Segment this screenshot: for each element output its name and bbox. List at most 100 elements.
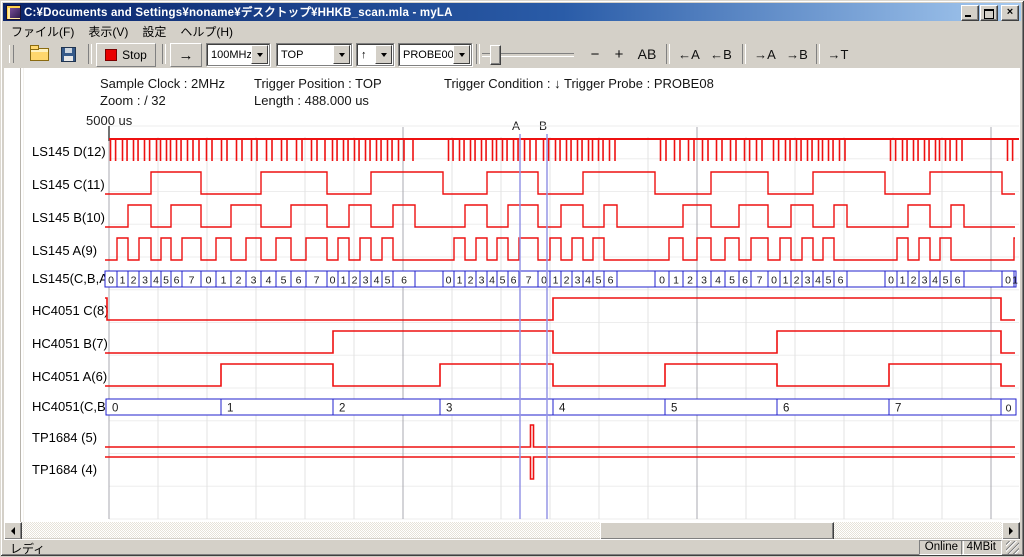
- channel-label: HC4051 B(7): [32, 336, 108, 351]
- channel-label: HC4051 C(8): [32, 303, 109, 318]
- minimize-icon: [965, 15, 971, 17]
- toolbar-separator: [742, 44, 746, 64]
- panel-splitter[interactable]: [20, 68, 24, 522]
- waveform-panel[interactable]: Sample Clock : 2MHz Trigger Position : T…: [4, 68, 1020, 522]
- svg-text:6: 6: [955, 275, 961, 287]
- stop-square-icon: [105, 49, 117, 61]
- svg-text:0: 0: [1006, 403, 1012, 415]
- svg-text:2: 2: [468, 275, 474, 287]
- toolbar-grip: [9, 45, 14, 63]
- svg-text:6: 6: [511, 275, 517, 287]
- channel-label: LS145 D(12): [32, 144, 106, 159]
- minimize-button[interactable]: [961, 5, 979, 21]
- channel-label: HC4051(C,B,A): [32, 399, 122, 414]
- menu-bar: ファイル(F) 表示(V) 設定 ヘルプ(H): [4, 22, 1020, 40]
- horizontal-scrollbar[interactable]: [4, 522, 1020, 538]
- info-zoom: Zoom : / 32: [100, 93, 166, 108]
- dropdown-button[interactable]: [333, 45, 350, 64]
- move-a-button[interactable]: →A: [750, 43, 780, 65]
- channel-label: TP1684 (5): [32, 430, 97, 445]
- svg-text:2: 2: [131, 275, 137, 287]
- channel-label: HC4051 A(6): [32, 369, 107, 384]
- window-title: C:¥Documents and Settings¥noname¥デスクトップ¥…: [24, 4, 453, 20]
- svg-text:5: 5: [671, 403, 677, 415]
- svg-text:1: 1: [900, 275, 906, 287]
- maximize-button[interactable]: [980, 5, 998, 21]
- svg-text:4: 4: [585, 275, 591, 287]
- svg-text:2: 2: [339, 403, 345, 415]
- svg-text:4: 4: [715, 275, 721, 287]
- svg-text:7: 7: [757, 275, 763, 287]
- svg-text:7: 7: [526, 275, 532, 287]
- trigger-edge-value: ↑: [357, 49, 375, 61]
- svg-text:1: 1: [783, 275, 789, 287]
- stop-button[interactable]: Stop: [96, 43, 156, 67]
- svg-text:2: 2: [794, 275, 800, 287]
- menu-view[interactable]: 表示(V): [81, 22, 135, 41]
- svg-text:0: 0: [206, 275, 212, 287]
- toolbar-separator: [476, 44, 480, 64]
- probe-select[interactable]: PROBE00: [398, 43, 472, 66]
- svg-text:2: 2: [564, 275, 570, 287]
- open-folder-icon: [30, 48, 49, 61]
- app-window: C:¥Documents and Settings¥noname¥デスクトップ¥…: [0, 0, 1024, 556]
- zoom-in-button[interactable]: +: [610, 43, 628, 65]
- trigger-pos-select[interactable]: TOP: [276, 43, 352, 66]
- run-button[interactable]: →: [170, 43, 202, 67]
- cursor-b-label[interactable]: B: [536, 119, 550, 133]
- menu-file[interactable]: ファイル(F): [4, 22, 81, 41]
- info-sample-clock: Sample Clock : 2MHz: [100, 76, 225, 91]
- channel-label: LS145(C,B,A): [32, 271, 112, 286]
- scroll-left-button[interactable]: [4, 522, 22, 540]
- sample-rate-select[interactable]: 100MHz: [206, 43, 270, 66]
- svg-text:7: 7: [895, 403, 901, 415]
- svg-text:0: 0: [1005, 275, 1011, 287]
- slider-thumb[interactable]: [490, 45, 501, 65]
- sample-rate-value: 100MHz: [207, 49, 251, 61]
- svg-text:4: 4: [374, 275, 380, 287]
- move-b-button[interactable]: →B: [782, 43, 812, 65]
- svg-text:3: 3: [922, 275, 928, 287]
- chevron-down-icon: [459, 53, 465, 57]
- menu-settings[interactable]: 設定: [135, 22, 173, 41]
- status-online: Online: [919, 540, 964, 555]
- svg-text:5: 5: [943, 275, 949, 287]
- svg-text:1: 1: [673, 275, 679, 287]
- cursor-a-label[interactable]: A: [509, 119, 523, 133]
- title-bar[interactable]: C:¥Documents and Settings¥noname¥デスクトップ¥…: [3, 3, 1021, 21]
- scrollbar-thumb[interactable]: [600, 522, 834, 540]
- goto-cursor-a-button[interactable]: ←A: [674, 43, 704, 65]
- goto-trigger-button[interactable]: →T: [824, 43, 852, 65]
- svg-text:5: 5: [500, 275, 506, 287]
- zoom-slider[interactable]: [482, 43, 574, 65]
- svg-text:5: 5: [163, 275, 169, 287]
- stop-label: Stop: [122, 48, 147, 62]
- zoom-out-button[interactable]: −: [586, 43, 604, 65]
- svg-text:5: 5: [826, 275, 832, 287]
- close-button[interactable]: ×: [1001, 5, 1019, 21]
- save-button[interactable]: [56, 43, 80, 65]
- status-bar: レディ Online 4MBit: [4, 539, 1020, 554]
- svg-text:4: 4: [489, 275, 495, 287]
- channel-label: LS145 C(11): [32, 177, 105, 192]
- menu-help[interactable]: ヘルプ(H): [173, 22, 240, 41]
- svg-text:1: 1: [227, 403, 233, 415]
- toolbar-separator: [88, 44, 92, 64]
- svg-text:3: 3: [446, 403, 452, 415]
- trigger-edge-select[interactable]: ↑: [356, 43, 394, 66]
- channel-label: LS145 B(10): [32, 210, 105, 225]
- svg-text:6: 6: [608, 275, 614, 287]
- dropdown-button[interactable]: [453, 45, 470, 64]
- scroll-right-button[interactable]: [1002, 522, 1020, 540]
- open-button[interactable]: [26, 43, 52, 65]
- goto-cursor-b-button[interactable]: ←B: [706, 43, 736, 65]
- svg-text:3: 3: [363, 275, 369, 287]
- waveform-canvas[interactable]: 0123456701234567012345601234567012345601…: [4, 68, 1020, 522]
- dropdown-button[interactable]: [375, 45, 392, 64]
- svg-text:5: 5: [385, 275, 391, 287]
- cursor-ab-button[interactable]: AB: [634, 43, 660, 65]
- dropdown-button[interactable]: [251, 45, 268, 64]
- channel-label: LS145 A(9): [32, 243, 97, 258]
- chevron-down-icon: [381, 53, 387, 57]
- resize-grip[interactable]: [1006, 541, 1019, 554]
